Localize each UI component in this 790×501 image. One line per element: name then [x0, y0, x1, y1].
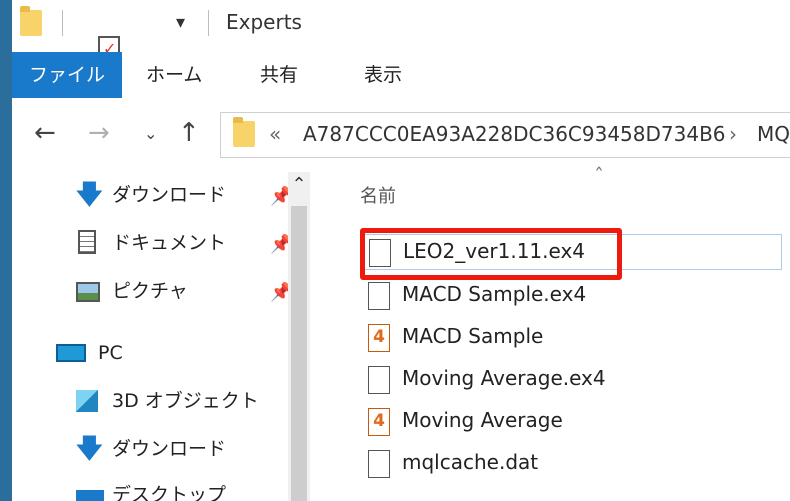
folder-icon — [233, 117, 255, 147]
tab-file[interactable]: ファイル — [12, 52, 122, 98]
file-list-pane: ˆ 名前 LEO2_ver1.11.ex4 MACD Sample.ex4 4 … — [312, 164, 790, 501]
sort-ascending-icon: ˆ — [594, 164, 604, 188]
list-item[interactable]: 4 MACD Sample — [362, 320, 782, 356]
computer-icon — [56, 344, 86, 362]
scroll-up-icon[interactable]: ⌃ — [288, 174, 310, 200]
explorer-window: ✓ ▾ Experts ファイル ホーム 共有 表示 ← → ⌄ ↑ « A78… — [12, 0, 790, 501]
file-icon — [368, 282, 390, 310]
forward-button[interactable]: → — [88, 118, 110, 148]
up-button[interactable]: ↑ — [178, 118, 200, 148]
list-item[interactable]: 4 Moving Average — [362, 404, 782, 440]
navigation-bar: ← → ⌄ ↑ « A787CCC0EA93A228DC36C93458D734… — [12, 100, 790, 170]
arrow-right-icon: → — [88, 118, 110, 148]
overflow-chevron[interactable]: « — [269, 122, 281, 146]
tab-view[interactable]: 表示 — [364, 52, 402, 98]
mq4-icon: 4 — [368, 324, 390, 352]
scroll-thumb[interactable] — [291, 206, 307, 501]
mq4-icon: 4 — [368, 408, 390, 436]
picture-icon — [76, 282, 100, 302]
download-arrow-icon: 🡇 — [76, 434, 103, 464]
window-title: Experts — [226, 10, 302, 34]
divider — [62, 10, 63, 36]
address-bar[interactable]: « A787CCC0EA93A228DC36C93458D734B6 › MQ — [220, 112, 790, 158]
chevron-down-icon: ⌄ — [144, 124, 158, 143]
cube-icon — [76, 390, 98, 412]
recent-locations-button[interactable]: ⌄ — [144, 124, 157, 143]
list-item[interactable]: MACD Sample.ex4 — [362, 278, 782, 314]
nav-pane-scrollbar[interactable]: ⌃ — [288, 172, 310, 501]
highlight-box — [360, 228, 622, 280]
divider — [208, 10, 209, 36]
breadcrumb-segment[interactable]: A787CCC0EA93A228DC36C93458D734B6 — [303, 122, 726, 146]
tab-share[interactable]: 共有 — [260, 52, 298, 98]
arrow-left-icon: ← — [34, 118, 56, 148]
folder-icon[interactable] — [20, 6, 42, 36]
file-icon — [368, 450, 390, 478]
document-icon — [78, 230, 96, 254]
column-header-name[interactable]: 名前 — [360, 182, 396, 208]
list-item[interactable]: Moving Average.ex4 — [362, 362, 782, 398]
breadcrumb-segment[interactable]: MQ — [757, 122, 790, 146]
file-icon — [368, 366, 390, 394]
quick-access-dropdown-icon[interactable]: ▾ — [176, 12, 185, 33]
back-button[interactable]: ← — [34, 118, 56, 148]
title-bar: ✓ ▾ Experts — [12, 0, 790, 88]
tab-home[interactable]: ホーム — [146, 52, 202, 98]
desktop-icon — [76, 490, 104, 501]
download-arrow-icon: 🡇 — [76, 180, 103, 210]
navigation-pane: 🡇 ダウンロード 📌 ドキュメント 📌 ピクチャ 📌 PC 3D オブジェクト … — [12, 172, 302, 501]
list-item[interactable]: mqlcache.dat — [362, 446, 782, 482]
breadcrumb-separator[interactable]: › — [729, 122, 737, 146]
ribbon-tabs: ファイル ホーム 共有 表示 — [12, 52, 790, 98]
arrow-up-icon: ↑ — [178, 118, 200, 148]
